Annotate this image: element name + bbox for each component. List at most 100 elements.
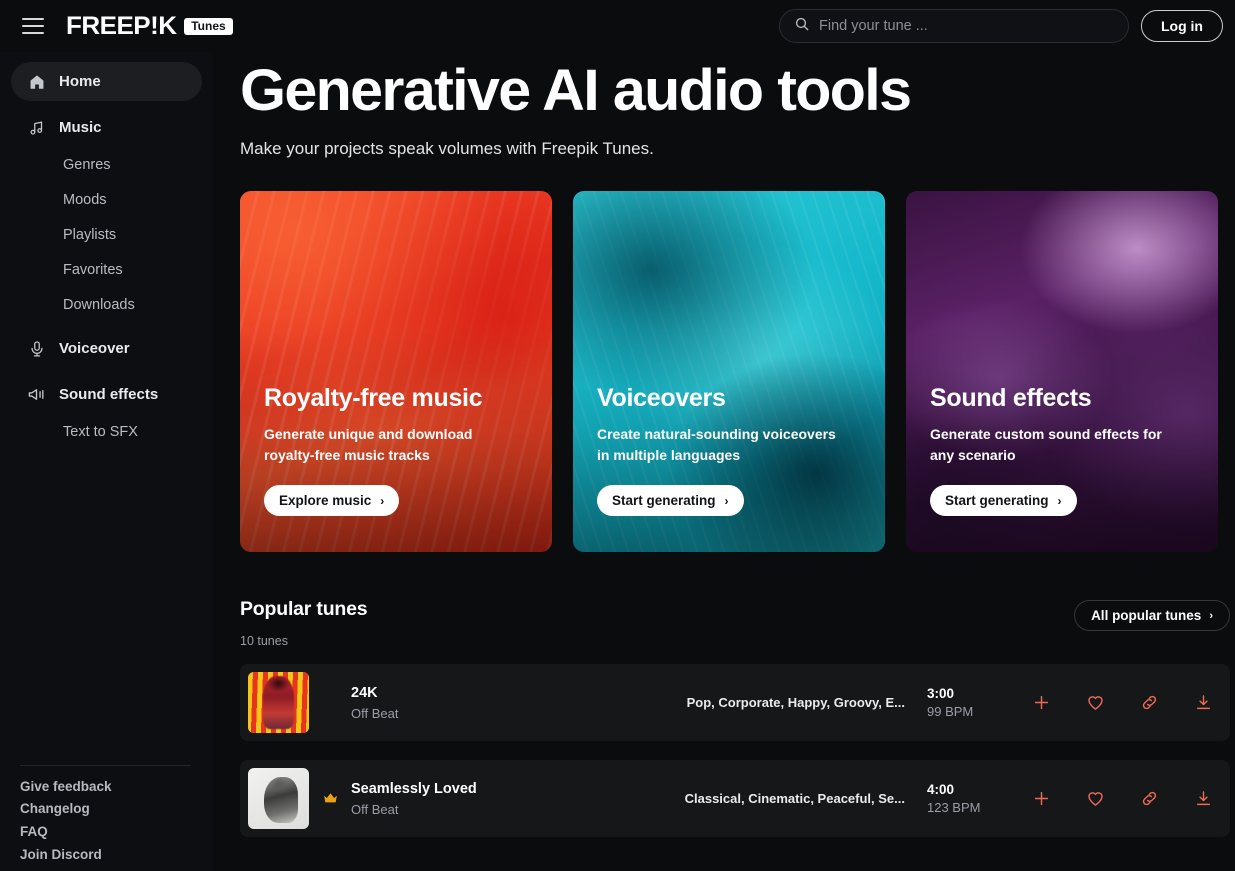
sidebar-item-text-to-sfx[interactable]: Text to SFX [11, 414, 202, 449]
plus-icon[interactable] [1031, 789, 1051, 809]
album-art [248, 768, 309, 829]
main-content: Generative AI audio tools Make your proj… [213, 52, 1235, 871]
card-content: Sound effects Generate custom sound effe… [930, 384, 1218, 516]
sidebar-item-moods[interactable]: Moods [11, 182, 202, 217]
sidebar-item-label: Voiceover [59, 340, 130, 357]
download-icon[interactable] [1193, 789, 1213, 809]
logo[interactable]: FREEP!K Tunes [66, 12, 233, 41]
top-bar-right: Log in [779, 9, 1223, 43]
microphone-icon [27, 339, 46, 358]
track-meta: Seamlessly Loved Off Beat [351, 780, 586, 817]
chevron-right-icon: › [1209, 609, 1213, 622]
tunes-count: 10 tunes [240, 634, 288, 648]
crown-icon [309, 790, 351, 807]
sidebar-item-label: Moods [63, 191, 107, 208]
sidebar-item-label: Sound effects [59, 386, 159, 403]
popular-tunes-header: Popular tunes 10 tunes All popular tunes… [240, 598, 1230, 648]
track-bpm: 99 BPM [927, 704, 974, 719]
search-icon [794, 16, 810, 37]
explore-music-button[interactable]: Explore music › [264, 485, 400, 516]
card-title: Sound effects [930, 384, 1092, 412]
footer-link-changelog[interactable]: Changelog [20, 802, 193, 817]
track-tags: Pop, Corporate, Happy, Groovy, E... [686, 695, 905, 710]
track-actions [1013, 693, 1213, 713]
sidebar-footer-links: Give feedback Changelog FAQ Join Discord [0, 779, 213, 863]
page-subtitle: Make your projects speak volumes with Fr… [240, 139, 654, 158]
card-button-label: Start generating [945, 493, 1049, 508]
card-royalty-free-music[interactable]: Royalty-free music Generate unique and d… [240, 191, 552, 552]
sidebar-item-label: Genres [63, 156, 111, 173]
card-title: Royalty-free music [264, 384, 483, 412]
sidebar-item-favorites[interactable]: Favorites [11, 252, 202, 287]
card-button-label: Start generating [612, 493, 716, 508]
sidebar-item-label: Favorites [63, 261, 123, 278]
sidebar-item-label: Downloads [63, 296, 135, 313]
plus-icon[interactable] [1031, 693, 1051, 713]
track-actions [1013, 789, 1213, 809]
table-row[interactable]: 24K Off Beat Pop, Corporate, Happy, Groo… [240, 664, 1230, 741]
card-button-label: Explore music [279, 493, 372, 508]
chevron-right-icon: › [380, 493, 385, 508]
card-voiceovers[interactable]: Voiceovers Create natural-sounding voice… [573, 191, 885, 552]
page-title: Generative AI audio tools [240, 58, 912, 123]
sidebar-item-playlists[interactable]: Playlists [11, 217, 202, 252]
heart-icon[interactable] [1085, 693, 1105, 713]
track-duration: 3:00 [927, 686, 955, 701]
card-description: Create natural-sounding voiceovers in mu… [597, 426, 836, 463]
track-tags: Classical, Cinematic, Peaceful, Se... [684, 791, 905, 806]
section-title: Popular tunes [240, 598, 368, 620]
music-note-icon [27, 118, 46, 137]
track-bpm: 123 BPM [927, 800, 981, 815]
sidebar-item-label: Music [59, 119, 102, 136]
search-box[interactable] [779, 9, 1129, 43]
track-meta: 24K Off Beat [351, 684, 586, 721]
sidebar-item-downloads[interactable]: Downloads [11, 287, 202, 322]
footer-link-give-feedback[interactable]: Give feedback [20, 779, 193, 795]
footer-link-join-discord[interactable]: Join Discord [20, 847, 193, 863]
heart-icon[interactable] [1085, 789, 1105, 809]
feature-cards: Royalty-free music Generate unique and d… [240, 191, 1230, 552]
card-content: Royalty-free music Generate unique and d… [264, 384, 552, 516]
search-input[interactable] [819, 18, 1114, 34]
table-row[interactable]: Seamlessly Loved Off Beat Classical, Cin… [240, 760, 1230, 837]
track-duration: 4:00 [927, 782, 955, 797]
start-generating-voiceovers-button[interactable]: Start generating › [597, 485, 744, 516]
logo-badge-tunes: Tunes [184, 17, 233, 35]
sidebar: Home Music Genres Moods Playlists Favori… [0, 52, 213, 871]
track-time: 3:00 99 BPM [927, 686, 1013, 719]
megaphone-icon [27, 385, 46, 404]
sidebar-item-home[interactable]: Home [11, 62, 202, 101]
body-row: Home Music Genres Moods Playlists Favori… [0, 52, 1235, 871]
track-title: 24K [351, 684, 378, 701]
chevron-right-icon: › [724, 493, 729, 508]
logo-text: FREEP!K [66, 11, 177, 40]
sidebar-nav: Home Music Genres Moods Playlists Favori… [0, 52, 213, 449]
sidebar-item-sound-effects[interactable]: Sound effects [11, 375, 202, 414]
popular-tunes-heading-block: Popular tunes 10 tunes [240, 598, 368, 648]
track-artist: Off Beat [351, 802, 399, 818]
track-time: 4:00 123 BPM [927, 782, 1013, 815]
card-content: Voiceovers Create natural-sounding voice… [597, 384, 885, 516]
popular-tunes-list: 24K Off Beat Pop, Corporate, Happy, Groo… [240, 664, 1230, 837]
sidebar-item-voiceover[interactable]: Voiceover [11, 329, 202, 368]
link-icon[interactable] [1139, 789, 1159, 809]
hamburger-menu-icon[interactable] [22, 18, 44, 34]
all-popular-tunes-label: All popular tunes [1091, 608, 1202, 623]
all-popular-tunes-button[interactable]: All popular tunes › [1074, 600, 1230, 631]
download-icon[interactable] [1193, 693, 1213, 713]
sidebar-item-music[interactable]: Music [11, 108, 202, 147]
card-sound-effects[interactable]: Sound effects Generate custom sound effe… [906, 191, 1218, 552]
sidebar-item-label: Text to SFX [63, 423, 138, 440]
sidebar-item-genres[interactable]: Genres [11, 147, 202, 182]
sidebar-item-label: Playlists [63, 226, 117, 243]
login-button[interactable]: Log in [1141, 10, 1223, 42]
card-title: Voiceovers [597, 384, 726, 412]
track-artist: Off Beat [351, 706, 399, 722]
footer-link-faq[interactable]: FAQ [20, 824, 193, 840]
chevron-right-icon: › [1057, 493, 1062, 508]
start-generating-sfx-button[interactable]: Start generating › [930, 485, 1077, 516]
link-icon[interactable] [1139, 693, 1159, 713]
card-description: Generate custom sound effects for any sc… [930, 426, 1162, 463]
card-description: Generate unique and download royalty-fre… [264, 426, 473, 463]
